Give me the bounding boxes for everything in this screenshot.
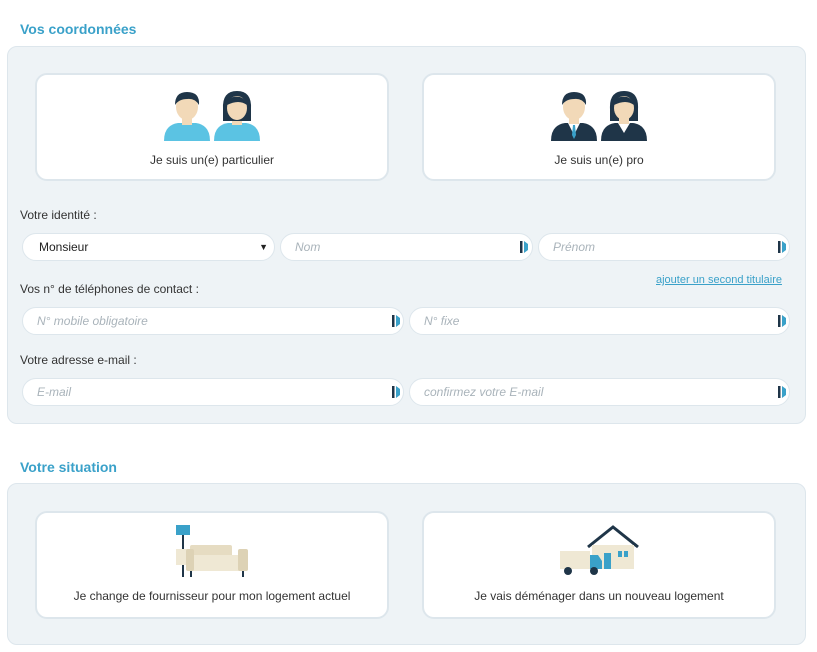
pro-card[interactable]: Je suis un(e) pro (422, 73, 776, 181)
identity-label: Votre identité : (20, 208, 97, 222)
particulier-label: Je suis un(e) particulier (149, 153, 275, 167)
prenom-input[interactable] (538, 233, 790, 261)
situation-panel: Je change de fournisseur pour mon logeme… (7, 483, 806, 645)
caret-down-icon: ▼ (259, 242, 268, 252)
fixe-input[interactable] (409, 307, 790, 335)
civility-value: Monsieur (39, 240, 89, 254)
required-marker-icon (392, 386, 400, 398)
nom-input[interactable] (280, 233, 533, 261)
situation-title: Votre situation (20, 459, 117, 475)
current-home-label: Je change de fournisseur pour mon logeme… (73, 589, 351, 603)
coordonnees-title: Vos coordonnées (20, 21, 137, 37)
civility-select[interactable]: Monsieur ▼ (22, 233, 275, 261)
current-home-card[interactable]: Je change de fournisseur pour mon logeme… (35, 511, 389, 619)
phone-label: Vos n° de téléphones de contact : (20, 282, 199, 296)
moving-label: Je vais déménager dans un nouveau logeme… (474, 589, 724, 603)
required-marker-icon (778, 386, 786, 398)
required-marker-icon (778, 315, 786, 327)
moving-card[interactable]: Je vais déménager dans un nouveau logeme… (422, 511, 776, 619)
email-label: Votre adresse e-mail : (20, 353, 137, 367)
email-confirm-input[interactable] (409, 378, 790, 406)
required-marker-icon (520, 241, 528, 253)
mobile-input[interactable] (22, 307, 404, 335)
particulier-card[interactable]: Je suis un(e) particulier (35, 73, 389, 181)
required-marker-icon (392, 315, 400, 327)
email-input[interactable] (22, 378, 404, 406)
pro-label: Je suis un(e) pro (554, 153, 644, 167)
sofa-lamp-icon (174, 523, 250, 584)
add-second-holder-link[interactable]: ajouter un second titulaire (656, 274, 782, 286)
required-marker-icon (778, 241, 786, 253)
couple-casual-icon (162, 89, 262, 146)
couple-business-icon (549, 89, 649, 146)
moving-truck-house-icon (558, 525, 640, 582)
